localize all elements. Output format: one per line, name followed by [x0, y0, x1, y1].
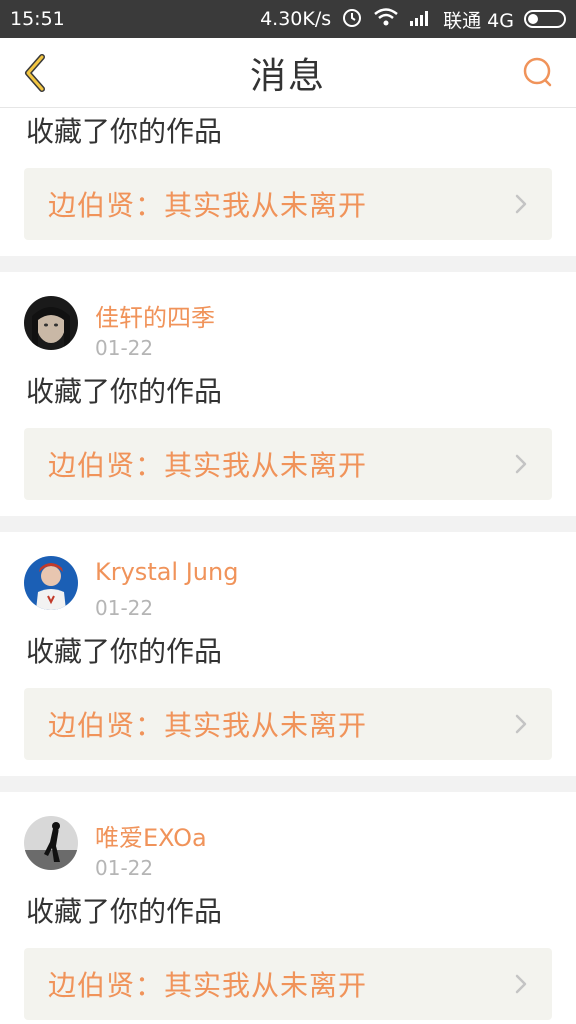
message-date: 01-22	[95, 596, 154, 620]
work-link[interactable]: 边伯贤：其实我从未离开	[24, 168, 552, 240]
avatar[interactable]	[24, 556, 78, 610]
action-text: 收藏了你的作品	[26, 375, 223, 408]
status-right: 4.30K/s 联通 4G	[260, 6, 566, 33]
message-date: 01-22	[95, 336, 154, 360]
message-list[interactable]: 收藏了你的作品 边伯贤：其实我从未离开 佳轩的四季 01-22 收藏了你的作品 …	[0, 109, 576, 1024]
work-title: 边伯贤：其实我从未离开	[48, 449, 368, 482]
message-card: 唯爱EXOa 01-22 收藏了你的作品 边伯贤：其实我从未离开	[0, 792, 576, 1024]
divider	[0, 776, 576, 792]
username[interactable]: 佳轩的四季	[95, 298, 215, 333]
network-speed: 4.30K/s	[260, 8, 332, 30]
message-card: 收藏了你的作品 边伯贤：其实我从未离开	[0, 109, 576, 256]
back-button[interactable]	[12, 50, 58, 96]
chevron-left-icon	[25, 54, 45, 92]
username[interactable]: Krystal Jung	[95, 558, 238, 586]
chevron-right-icon	[515, 194, 527, 214]
divider	[0, 256, 576, 272]
work-title: 边伯贤：其实我从未离开	[48, 709, 368, 742]
card-header: 唯爱EXOa 01-22	[0, 792, 576, 882]
chevron-right-icon	[515, 974, 527, 994]
carrier-label: 联通 4G	[443, 9, 514, 32]
alarm-icon	[341, 6, 363, 33]
wifi-icon	[373, 7, 399, 32]
card-header: Krystal Jung 01-22	[0, 532, 576, 622]
action-text: 收藏了你的作品	[26, 895, 223, 928]
work-link[interactable]: 边伯贤：其实我从未离开	[24, 948, 552, 1020]
card-spacer	[0, 500, 576, 516]
message-card: Krystal Jung 01-22 收藏了你的作品 边伯贤：其实我从未离开	[0, 532, 576, 776]
chevron-right-icon	[515, 714, 527, 734]
battery-icon	[524, 10, 566, 28]
avatar[interactable]	[24, 816, 78, 870]
work-link[interactable]: 边伯贤：其实我从未离开	[24, 688, 552, 760]
nav-bar: 消息	[0, 38, 576, 108]
username[interactable]: 唯爱EXOa	[95, 818, 207, 853]
status-bar: 15:51 4.30K/s 联通 4G	[0, 0, 576, 38]
chevron-right-icon	[515, 454, 527, 474]
card-spacer	[0, 1020, 576, 1024]
card-header: 佳轩的四季 01-22	[0, 272, 576, 362]
message-card: 佳轩的四季 01-22 收藏了你的作品 边伯贤：其实我从未离开	[0, 272, 576, 516]
work-title: 边伯贤：其实我从未离开	[48, 189, 368, 222]
work-link[interactable]: 边伯贤：其实我从未离开	[24, 428, 552, 500]
status-time: 15:51	[10, 8, 65, 30]
card-spacer	[0, 760, 576, 776]
search-icon	[523, 57, 552, 87]
page-title: 消息	[249, 55, 326, 97]
work-title: 边伯贤：其实我从未离开	[48, 969, 368, 1002]
signal-icon	[409, 8, 433, 31]
avatar[interactable]	[24, 296, 78, 350]
divider	[0, 516, 576, 532]
message-date: 01-22	[95, 856, 154, 880]
search-button[interactable]	[518, 52, 558, 92]
action-text: 收藏了你的作品	[26, 635, 223, 668]
card-spacer	[0, 240, 576, 256]
action-text: 收藏了你的作品	[26, 115, 223, 148]
